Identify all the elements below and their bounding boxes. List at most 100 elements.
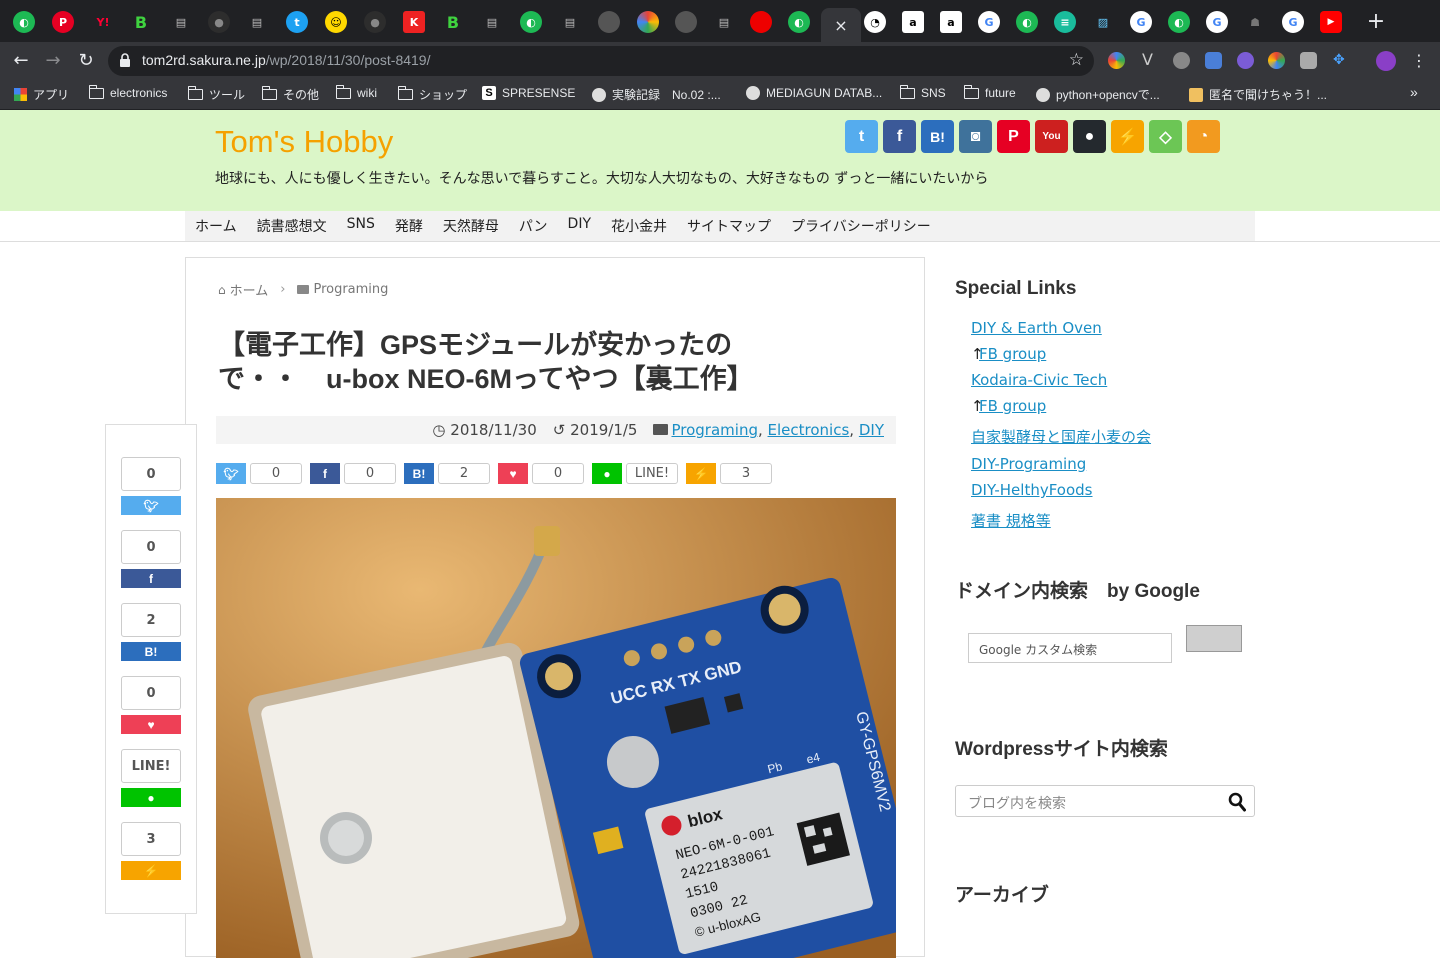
tab-doc-icon[interactable]: ▤ [559, 11, 581, 33]
nav-item-diy[interactable]: DIY [568, 211, 601, 241]
tab-hat-icon[interactable]: ☗ [1244, 11, 1266, 33]
sidebar-link[interactable]: 自家製酵母と国産小麦の会 [971, 426, 1151, 447]
wp-search-input[interactable]: ブログ内を検索 [955, 785, 1255, 817]
github-follow-icon[interactable]: ● [1073, 120, 1106, 153]
breadcrumb-category[interactable]: Programing [313, 282, 388, 297]
bookmark-link[interactable]: python+opencvで... [1036, 86, 1160, 103]
extension-color-icon[interactable] [1268, 52, 1285, 69]
facebook-follow-icon[interactable]: f [883, 120, 916, 153]
share-feedly[interactable]: ⚡ 3 [686, 463, 772, 486]
tab-globe-icon[interactable] [598, 11, 620, 33]
share-twitter[interactable]: 🐦︎ 0 [216, 463, 302, 486]
bookmark-folder[interactable]: electronics [88, 84, 167, 100]
tab-globe-icon[interactable] [675, 11, 697, 33]
share-line[interactable]: ● LINE! [592, 463, 678, 486]
tab-amazon-icon[interactable]: a [940, 11, 962, 33]
vshare-pocket[interactable]: 0 ♥ [121, 676, 181, 734]
vshare-line[interactable]: LINE! ● [121, 749, 181, 807]
tab-green-icon[interactable]: ◐ [520, 11, 542, 33]
sidebar-link[interactable]: FB group [979, 397, 1046, 415]
tab-yahoo-icon[interactable]: Y! [92, 11, 114, 33]
extension-mail-icon[interactable] [1300, 52, 1317, 69]
tab-doc-icon[interactable]: ▤ [713, 11, 735, 33]
tab-twitter-icon[interactable]: t [286, 11, 308, 33]
tab-b-icon[interactable]: B [442, 11, 464, 33]
tab-github-icon[interactable]: ● [364, 11, 386, 33]
nav-item-hanakoganei[interactable]: 花小金井 [611, 211, 677, 241]
nav-item-privacy[interactable]: プライバシーポリシー [791, 211, 941, 241]
feedly-follow-icon[interactable]: ⚡ [1111, 120, 1144, 153]
sidebar-link[interactable]: Kodaira-Civic Tech [971, 371, 1107, 389]
bookmarks-overflow-button[interactable]: » [1410, 84, 1418, 100]
bookmark-spresense[interactable]: S SPRESENSE [482, 86, 575, 100]
extension-drive-icon[interactable] [1108, 52, 1125, 69]
bookmark-apps[interactable]: アプリ [14, 86, 69, 103]
tab-amazon-icon[interactable]: a [902, 11, 924, 33]
tab-github-icon[interactable]: ● [208, 11, 230, 33]
extension-v-icon[interactable]: V [1142, 52, 1159, 69]
tab-b-icon[interactable]: B [130, 11, 152, 33]
rss-follow-icon[interactable]: ◔ [1187, 120, 1220, 153]
tab-doc-icon[interactable]: ▨ [1092, 11, 1114, 33]
tab-google-icon[interactable]: G [1130, 11, 1152, 33]
tab-face-icon[interactable]: ☺ [325, 11, 347, 33]
share-facebook[interactable]: f0 [310, 463, 396, 486]
forward-icon[interactable]: → [41, 49, 65, 73]
tab-green-icon[interactable]: ◐ [1168, 11, 1190, 33]
tab-chrome-icon[interactable] [637, 11, 659, 33]
close-tab-icon[interactable]: × [834, 16, 847, 35]
bookmark-folder[interactable]: wiki [335, 84, 377, 100]
tab-circle-icon[interactable]: ◔ [864, 11, 886, 33]
reload-icon[interactable]: ↻ [74, 49, 98, 73]
bookmark-folder[interactable]: ショップ [397, 86, 467, 103]
search-icon[interactable] [1228, 792, 1246, 812]
category-link[interactable]: Electronics [768, 421, 850, 439]
tab-doc-icon[interactable]: ▤ [170, 11, 192, 33]
extension-puzzle-icon[interactable]: ✥ [1333, 52, 1350, 69]
tab-green-icon[interactable]: ◐ [13, 11, 35, 33]
feedly-leaf-follow-icon[interactable]: ◇ [1149, 120, 1182, 153]
tab-k-icon[interactable]: K [403, 11, 425, 33]
sidebar-link[interactable]: FB group [979, 345, 1046, 363]
share-pocket[interactable]: ♥ 0 [498, 463, 584, 486]
sidebar-link[interactable]: DIY-HelthyFoods [971, 481, 1093, 499]
nav-item-natural-yeast[interactable]: 天然酵母 [443, 211, 509, 241]
extension-chat-icon[interactable] [1173, 52, 1190, 69]
pinterest-follow-icon[interactable]: P [997, 120, 1030, 153]
bookmark-link[interactable]: MEDIAGUN DATAB... [746, 86, 882, 100]
google-search-button[interactable] [1186, 625, 1242, 652]
bookmark-link[interactable]: 実験記録 No.02 :... [592, 86, 721, 103]
sidebar-link[interactable]: 著書 規格等 [971, 510, 1051, 531]
tab-youtube-icon[interactable]: ▶ [1320, 11, 1342, 33]
tab-doc-icon[interactable]: ▤ [246, 11, 268, 33]
site-title[interactable]: Tom's Hobby [215, 124, 393, 160]
nav-item-book-review[interactable]: 読書感想文 [257, 211, 337, 241]
bookmark-folder[interactable]: future [963, 84, 1016, 100]
breadcrumb-home[interactable]: ホーム [230, 280, 269, 299]
tab-doc-icon[interactable]: ▤ [481, 11, 503, 33]
address-bar[interactable]: tom2rd.sakura.ne.jp/wp/2018/11/30/post-8… [108, 46, 1094, 76]
tab-teal-icon[interactable]: ≡ [1054, 11, 1076, 33]
extension-translate-icon[interactable] [1205, 52, 1222, 69]
vshare-feedly[interactable]: 3 ⚡ [121, 822, 181, 880]
category-link[interactable]: Programing [671, 421, 757, 439]
back-icon[interactable]: ← [9, 49, 33, 73]
new-tab-button[interactable]: + [1364, 10, 1388, 34]
vshare-twitter[interactable]: 0 🐦︎ [121, 457, 181, 515]
tab-google-icon[interactable]: G [1206, 11, 1228, 33]
bookmark-folder[interactable]: ツール [187, 86, 245, 103]
share-hatena[interactable]: B! 2 [404, 463, 490, 486]
youtube-follow-icon[interactable]: You [1035, 120, 1068, 153]
bookmark-folder[interactable]: その他 [261, 86, 319, 103]
tab-red-icon[interactable] [750, 11, 772, 33]
vshare-hatena[interactable]: 2 B! [121, 603, 181, 661]
google-search-input[interactable]: Google カスタム検索 [968, 633, 1172, 663]
nav-item-home[interactable]: ホーム [195, 211, 247, 241]
nav-item-fermentation[interactable]: 発酵 [395, 211, 433, 241]
tab-green-icon[interactable]: ◐ [788, 11, 810, 33]
menu-icon[interactable]: ⋮ [1407, 49, 1431, 73]
sidebar-link[interactable]: DIY & Earth Oven [971, 319, 1102, 337]
sidebar-link[interactable]: DIY-Programing [971, 455, 1086, 473]
tab-google-icon[interactable]: G [1282, 11, 1304, 33]
nav-item-sns[interactable]: SNS [347, 211, 385, 241]
